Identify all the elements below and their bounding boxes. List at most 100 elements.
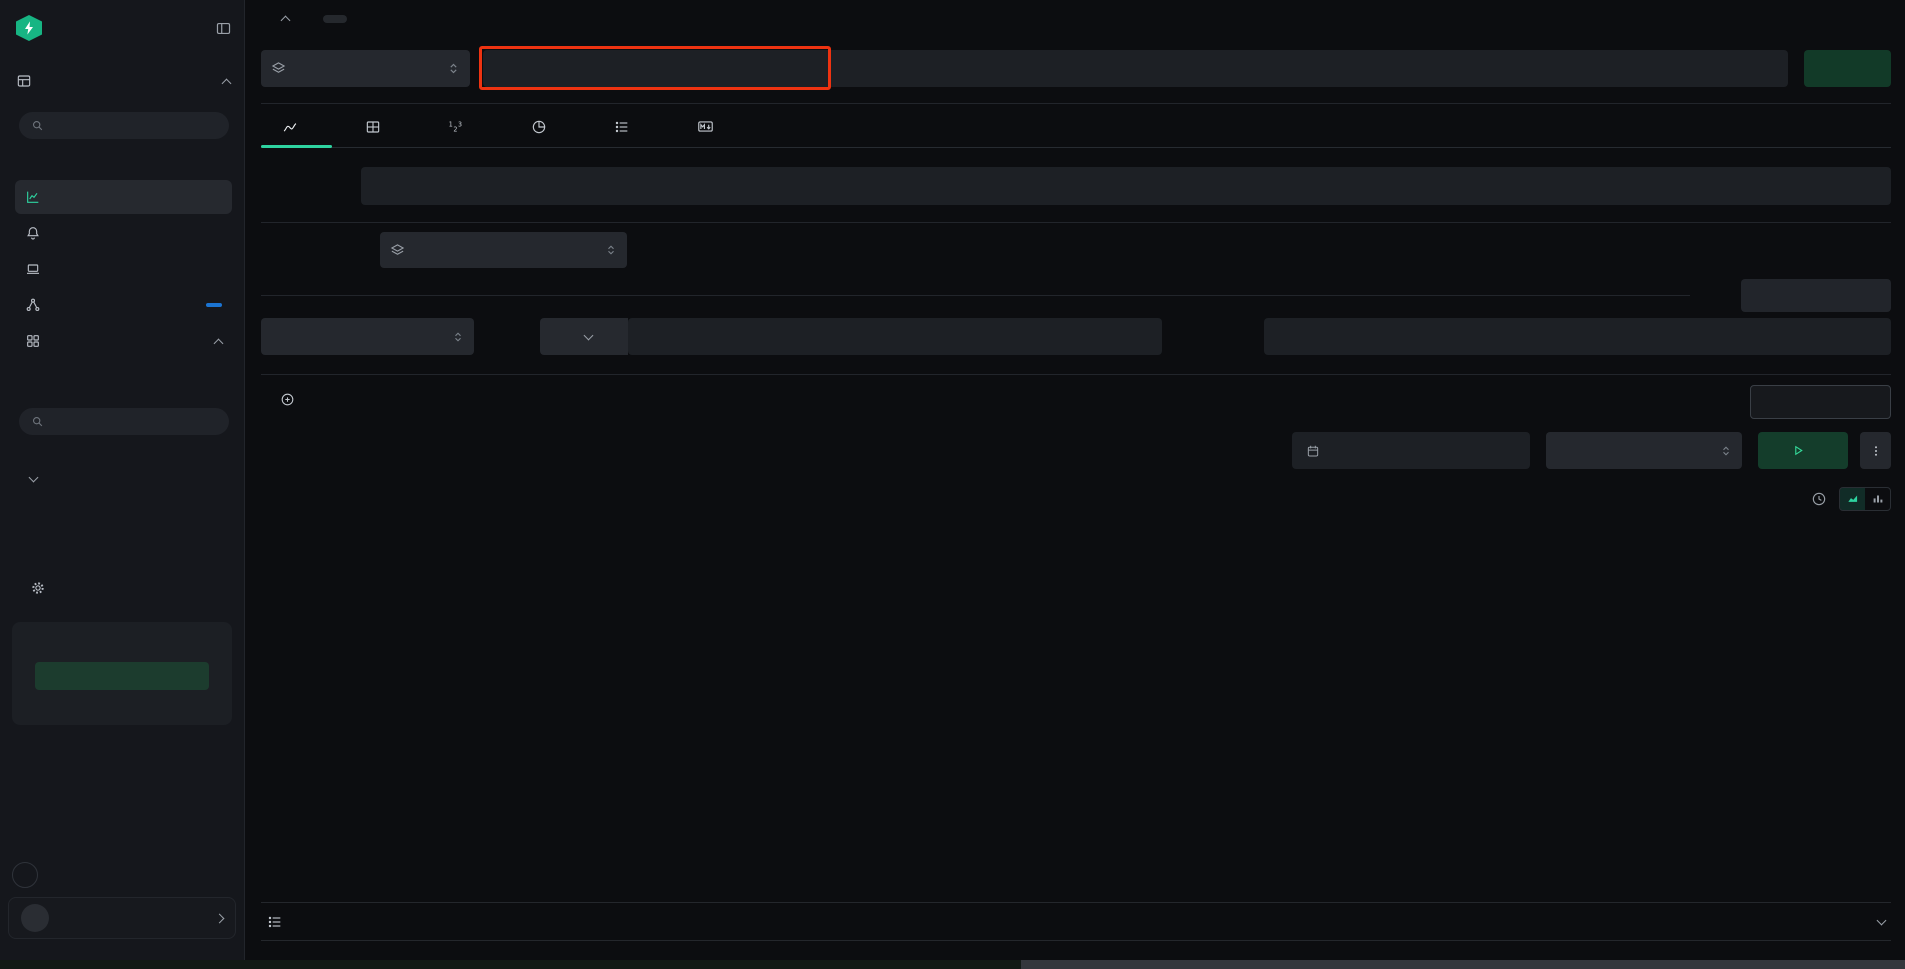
sidebar-item-service-map[interactable]: [15, 288, 232, 322]
group-by-input[interactable]: [1264, 318, 1891, 355]
chevron-right-icon: [215, 913, 225, 923]
chevron-up-icon: [281, 16, 291, 26]
tab-number[interactable]: 123: [448, 106, 474, 147]
svg-text:3: 3: [458, 120, 462, 128]
chevron-up-icon[interactable]: [222, 78, 232, 88]
bell-icon: [25, 225, 41, 241]
line-chart-icon: [282, 119, 298, 135]
lightning-bolt-icon: [21, 20, 37, 36]
calendar-icon: [1306, 444, 1320, 458]
search-window-icon: [16, 73, 32, 89]
tab-search[interactable]: [614, 106, 640, 147]
pie-chart-icon: [531, 119, 547, 135]
list-icon: [267, 914, 283, 930]
tab-table[interactable]: [365, 106, 391, 147]
beta-badge: [206, 303, 222, 307]
aggregation-select[interactable]: [261, 318, 474, 355]
presets-header[interactable]: [30, 474, 45, 484]
number-123-icon: 123: [448, 119, 464, 135]
where-expression-input[interactable]: [628, 318, 1162, 355]
sidebar-nav: [15, 180, 232, 360]
divider: [261, 374, 1891, 375]
bar-chart-icon: [1871, 492, 1885, 506]
sidebar-item-client-sessions[interactable]: [15, 252, 232, 286]
sidebar-item-team-settings[interactable]: [30, 580, 57, 596]
data-source-select[interactable]: [380, 232, 627, 268]
select-updown-icon: [452, 331, 464, 343]
sidebar-item-search[interactable]: [16, 70, 230, 92]
time-range-picker[interactable]: [1292, 432, 1530, 469]
magnifier-icon: [31, 415, 44, 428]
divider: [261, 222, 1891, 223]
app-root: 123: [0, 0, 1905, 969]
logo-row: [16, 12, 232, 44]
chart-name-input[interactable]: [361, 167, 1891, 205]
ai-source-select[interactable]: [261, 50, 470, 87]
chart-mini-toolbar: [1811, 487, 1891, 511]
clock-icon[interactable]: [1811, 491, 1827, 507]
gear-icon: [30, 580, 46, 596]
hyperdx-logo-icon[interactable]: [16, 15, 42, 41]
cloud-promo-card: [12, 622, 232, 725]
tab-pie[interactable]: [531, 106, 557, 147]
help-button[interactable]: [12, 862, 38, 888]
svg-text:1: 1: [449, 120, 453, 128]
dashboards-grid-icon: [25, 333, 41, 349]
divider: [261, 295, 1690, 296]
area-chart-toggle[interactable]: [1840, 488, 1865, 510]
laptop-icon: [25, 261, 41, 277]
select-updown-icon: [1720, 445, 1732, 457]
chevron-down-icon: [1877, 915, 1887, 925]
experimental-badge: [323, 15, 347, 23]
kebab-menu-icon: [1869, 444, 1883, 458]
play-icon: [1792, 444, 1805, 457]
sample-matched-events-panel[interactable]: [261, 902, 1891, 941]
generate-button[interactable]: [1804, 50, 1891, 87]
run-button[interactable]: [1758, 432, 1848, 469]
user-card[interactable]: [8, 897, 236, 939]
ai-prompt-input[interactable]: [483, 50, 1788, 87]
table-icon: [365, 119, 381, 135]
layers-icon: [390, 243, 405, 258]
sidebar-item-chart-explorer[interactable]: [15, 180, 232, 214]
sidebar-item-alerts[interactable]: [15, 216, 232, 250]
chart-type-tabs: 123: [261, 106, 1891, 148]
saved-dashboards-input[interactable]: [19, 408, 229, 435]
markdown-icon: [697, 118, 714, 135]
saved-searches-input[interactable]: [19, 112, 229, 139]
granularity-select[interactable]: [1546, 432, 1742, 469]
sidebar: [0, 0, 245, 969]
add-series-button[interactable]: [280, 392, 305, 407]
sidebar-item-dashboards[interactable]: [15, 324, 232, 358]
main-content: 123: [245, 0, 1905, 969]
svg-text:2: 2: [453, 125, 457, 133]
divider: [261, 103, 1891, 104]
window-bottom-strip-segment: [1021, 960, 1905, 969]
chevron-down-icon: [584, 330, 594, 340]
window-bottom-strip: [0, 960, 1905, 969]
chart-type-toggle: [1839, 487, 1891, 511]
select-updown-icon: [605, 244, 617, 256]
alias-input[interactable]: [1741, 279, 1891, 312]
ai-assistant-header[interactable]: [282, 13, 347, 24]
display-settings-button[interactable]: [1750, 385, 1891, 419]
chart-explorer-icon: [25, 189, 41, 205]
chevron-down-icon: [29, 473, 39, 483]
tab-markdown[interactable]: [697, 106, 724, 147]
cloud-promo-text: [22, 634, 222, 653]
plus-circle-icon: [280, 392, 295, 407]
more-options-button[interactable]: [1860, 432, 1891, 469]
service-map-icon: [25, 297, 41, 313]
bar-chart-toggle[interactable]: [1865, 488, 1890, 510]
tab-line-bar[interactable]: [282, 106, 308, 147]
collapse-sidebar-icon[interactable]: [215, 20, 232, 37]
get-started-button[interactable]: [35, 662, 209, 690]
layers-icon: [271, 61, 286, 76]
line-chart: [245, 520, 1905, 865]
select-updown-icon: [447, 62, 460, 75]
area-chart-icon: [1846, 492, 1860, 506]
sql-language-select[interactable]: [540, 318, 628, 355]
chevron-up-icon[interactable]: [214, 338, 224, 348]
list-icon: [614, 119, 630, 135]
magnifier-icon: [31, 119, 44, 132]
